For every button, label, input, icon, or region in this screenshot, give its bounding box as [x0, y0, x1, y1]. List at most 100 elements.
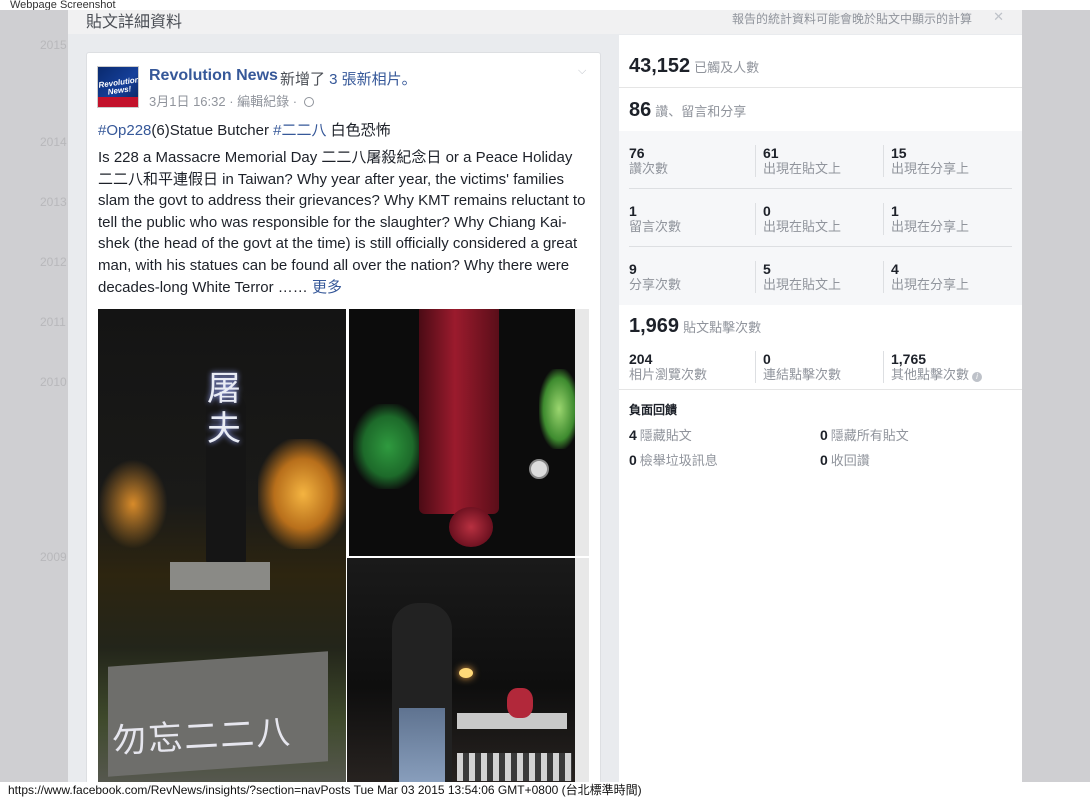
unlike-stat: 0 收回讚: [820, 450, 870, 469]
engagement-stat: 86 讚、留言和分享: [629, 99, 746, 122]
cell-label: 留言次數: [629, 219, 682, 234]
cell-label: 出現在分享上: [891, 277, 970, 292]
divider: [619, 389, 1022, 390]
edit-history-link[interactable]: 編輯紀錄: [237, 94, 289, 109]
backdrop-right: [1022, 10, 1090, 782]
post-date-link[interactable]: 3月1日 16:32: [149, 94, 226, 109]
separator: [755, 203, 756, 235]
clicks-stat: 1,969 貼文點擊次數: [629, 315, 761, 338]
see-more-link[interactable]: 更多: [312, 279, 342, 296]
cell-label: 分享次數: [629, 277, 682, 292]
cell-number: 1: [891, 203, 899, 219]
page-name-link[interactable]: Revolution News: [149, 67, 278, 85]
cell-label: 出現在貼文上: [763, 219, 842, 234]
timeline-year: 2010: [40, 375, 67, 389]
cell-label: 讚次數: [629, 161, 669, 176]
hide-post-stat: 4 隱藏貼文: [629, 425, 692, 444]
engagement-label: 讚、留言和分享: [655, 104, 747, 119]
hashtag-228[interactable]: #二二八: [273, 122, 326, 139]
shares-on-post: 5 出現在貼文上: [763, 261, 887, 293]
avatar-stripe: [98, 97, 138, 107]
separator: [755, 145, 756, 177]
negative-feedback-title: 負面回饋: [629, 403, 678, 417]
post-card: Revolution News! Revolution News 新增了 3 張…: [86, 52, 601, 782]
new-photos-link[interactable]: 張新相片。: [338, 71, 417, 88]
close-icon[interactable]: ✕: [993, 10, 1004, 25]
photo-bush: [539, 369, 579, 449]
cell-number: 61: [763, 145, 779, 161]
info-icon[interactable]: i: [972, 372, 983, 382]
photo-light: [98, 459, 168, 549]
cell-label: 出現在貼文上: [763, 277, 842, 292]
row-divider: [629, 188, 1012, 189]
chevron-down-icon[interactable]: ⌵: [578, 65, 588, 77]
cell-label: 相片瀏覽次數: [629, 367, 708, 382]
post-action-text: 新增了 3 張新相片。: [280, 68, 417, 89]
dialog-title: 貼文詳細資料: [86, 14, 183, 31]
other-clicks: 1,765 其他點擊次數 i: [891, 351, 1015, 383]
cell-label: 連結點擊次數: [763, 367, 842, 382]
stat-label: 檢舉垃圾訊息: [639, 453, 718, 468]
separator: [883, 145, 884, 177]
link-clicks: 0 連結點擊次數: [763, 351, 887, 383]
post-hashtag-line: #Op228(6)Statue Butcher #二二八 白色恐怖: [98, 119, 391, 140]
cell-number: 1,765: [891, 351, 927, 367]
photo-graffiti-bottom: 勿忘二二八: [111, 712, 294, 762]
timeline-year: 2011: [40, 315, 66, 329]
cell-label: 出現在分享上: [891, 161, 970, 176]
post-photo-3[interactable]: [347, 558, 589, 782]
post-photo-2[interactable]: [349, 309, 589, 556]
hashtag-op228[interactable]: #Op228: [98, 122, 151, 139]
screenshot-label: Webpage Screenshot: [0, 0, 1090, 11]
post-body-text: Is 228 a Massacre Memorial Day 二二八屠殺紀念日 …: [98, 149, 586, 296]
separator: [755, 261, 756, 293]
post-photo-1[interactable]: 屠夫 勿忘二二八: [98, 309, 346, 782]
divider: [619, 87, 1022, 88]
photo-count-link[interactable]: 3: [329, 71, 337, 88]
cell-number: 4: [891, 261, 899, 277]
shares-on-shares: 4 出現在分享上: [891, 261, 1015, 293]
photo-person-legs: [399, 708, 445, 782]
page-url-footer: https://www.facebook.com/RevNews/insight…: [0, 782, 1090, 798]
likes-total: 76 讚次數: [629, 145, 753, 177]
report-spam-stat: 0 檢舉垃圾訊息: [629, 450, 718, 469]
photo-light: [258, 439, 346, 549]
photo-statue-base: [170, 562, 270, 590]
cell-number: 9: [629, 261, 637, 277]
cell-number: 15: [891, 145, 907, 161]
avatar-logo-text: Revolution News!: [97, 75, 139, 97]
photo-fence: [457, 753, 572, 781]
photo-views: 204 相片瀏覽次數: [629, 351, 753, 383]
cell-label: 出現在分享上: [891, 219, 970, 234]
stat-number: 4: [629, 427, 637, 443]
separator: [755, 351, 756, 383]
post-details-dialog: 貼文詳細資料 報告的統計資料可能會晚於貼文中顯示的計算 ✕ Revolution…: [68, 10, 1022, 782]
hide-all-posts-stat: 0 隱藏所有貼文: [820, 425, 909, 444]
photo-light: [459, 668, 473, 678]
likes-on-shares: 15 出現在分享上: [891, 145, 1015, 177]
stat-label: 隱藏貼文: [639, 428, 692, 443]
cell-label: 其他點擊次數 i: [891, 367, 1015, 383]
stat-number: 0: [820, 452, 828, 468]
comments-on-shares: 1 出現在分享上: [891, 203, 1015, 235]
cell-label: 出現在貼文上: [763, 161, 842, 176]
timeline-year: 2014: [40, 135, 67, 149]
cell-number: 0: [763, 351, 771, 367]
reach-stat: 43,152 已觸及人數: [629, 55, 759, 78]
meta-separator: ·: [225, 94, 238, 109]
separator: [883, 261, 884, 293]
reach-label: 已觸及人數: [694, 60, 760, 75]
photo-light: [529, 459, 549, 479]
other-clicks-label: 其他點擊次數: [891, 367, 970, 382]
backdrop-timeline: 2015 2014 2013 2012 2011 2010 2009: [0, 10, 68, 782]
cell-number: 204: [629, 351, 653, 367]
action-prefix: 新增了: [280, 71, 330, 88]
page-avatar[interactable]: Revolution News!: [97, 66, 139, 108]
photo-graffiti-top: 屠夫: [207, 369, 241, 449]
engagement-breakdown: 76 讚次數 61 出現在貼文上 15 出現在分享上 1 留言次數 0 出現在貼文上 1出…: [619, 131, 1022, 305]
dialog-note: 報告的統計資料可能會晚於貼文中顯示的計算: [731, 12, 972, 26]
separator: [883, 351, 884, 383]
stat-label: 隱藏所有貼文: [830, 428, 909, 443]
reach-value: 43,152: [629, 55, 691, 77]
globe-icon[interactable]: [303, 97, 314, 107]
